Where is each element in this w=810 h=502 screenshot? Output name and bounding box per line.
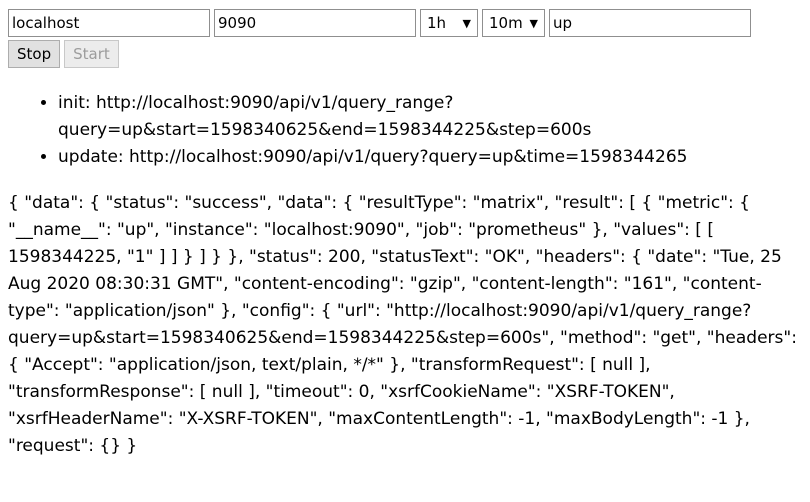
query-controls: 1h ▼ 10m ▼ — [8, 9, 755, 37]
step-select[interactable]: 10m ▼ — [482, 9, 545, 37]
host-input[interactable] — [8, 9, 210, 37]
chevron-down-icon: ▼ — [529, 16, 538, 30]
request-log: init: http://localhost:9090/api/v1/query… — [18, 90, 798, 171]
action-buttons: Stop Start — [8, 40, 123, 68]
range-select-value: 1h — [427, 14, 447, 32]
port-input[interactable] — [214, 9, 416, 37]
stop-button[interactable]: Stop — [8, 40, 61, 68]
response-json: { "data": { "status": "success", "data":… — [8, 193, 797, 456]
log-item-update: update: http://localhost:9090/api/v1/que… — [58, 144, 798, 171]
range-select[interactable]: 1h ▼ — [420, 9, 478, 37]
start-button[interactable]: Start — [64, 40, 119, 68]
step-select-value: 10m — [489, 14, 523, 32]
log-item-init: init: http://localhost:9090/api/v1/query… — [58, 90, 798, 144]
chevron-down-icon: ▼ — [462, 16, 471, 30]
query-input[interactable] — [549, 9, 751, 37]
